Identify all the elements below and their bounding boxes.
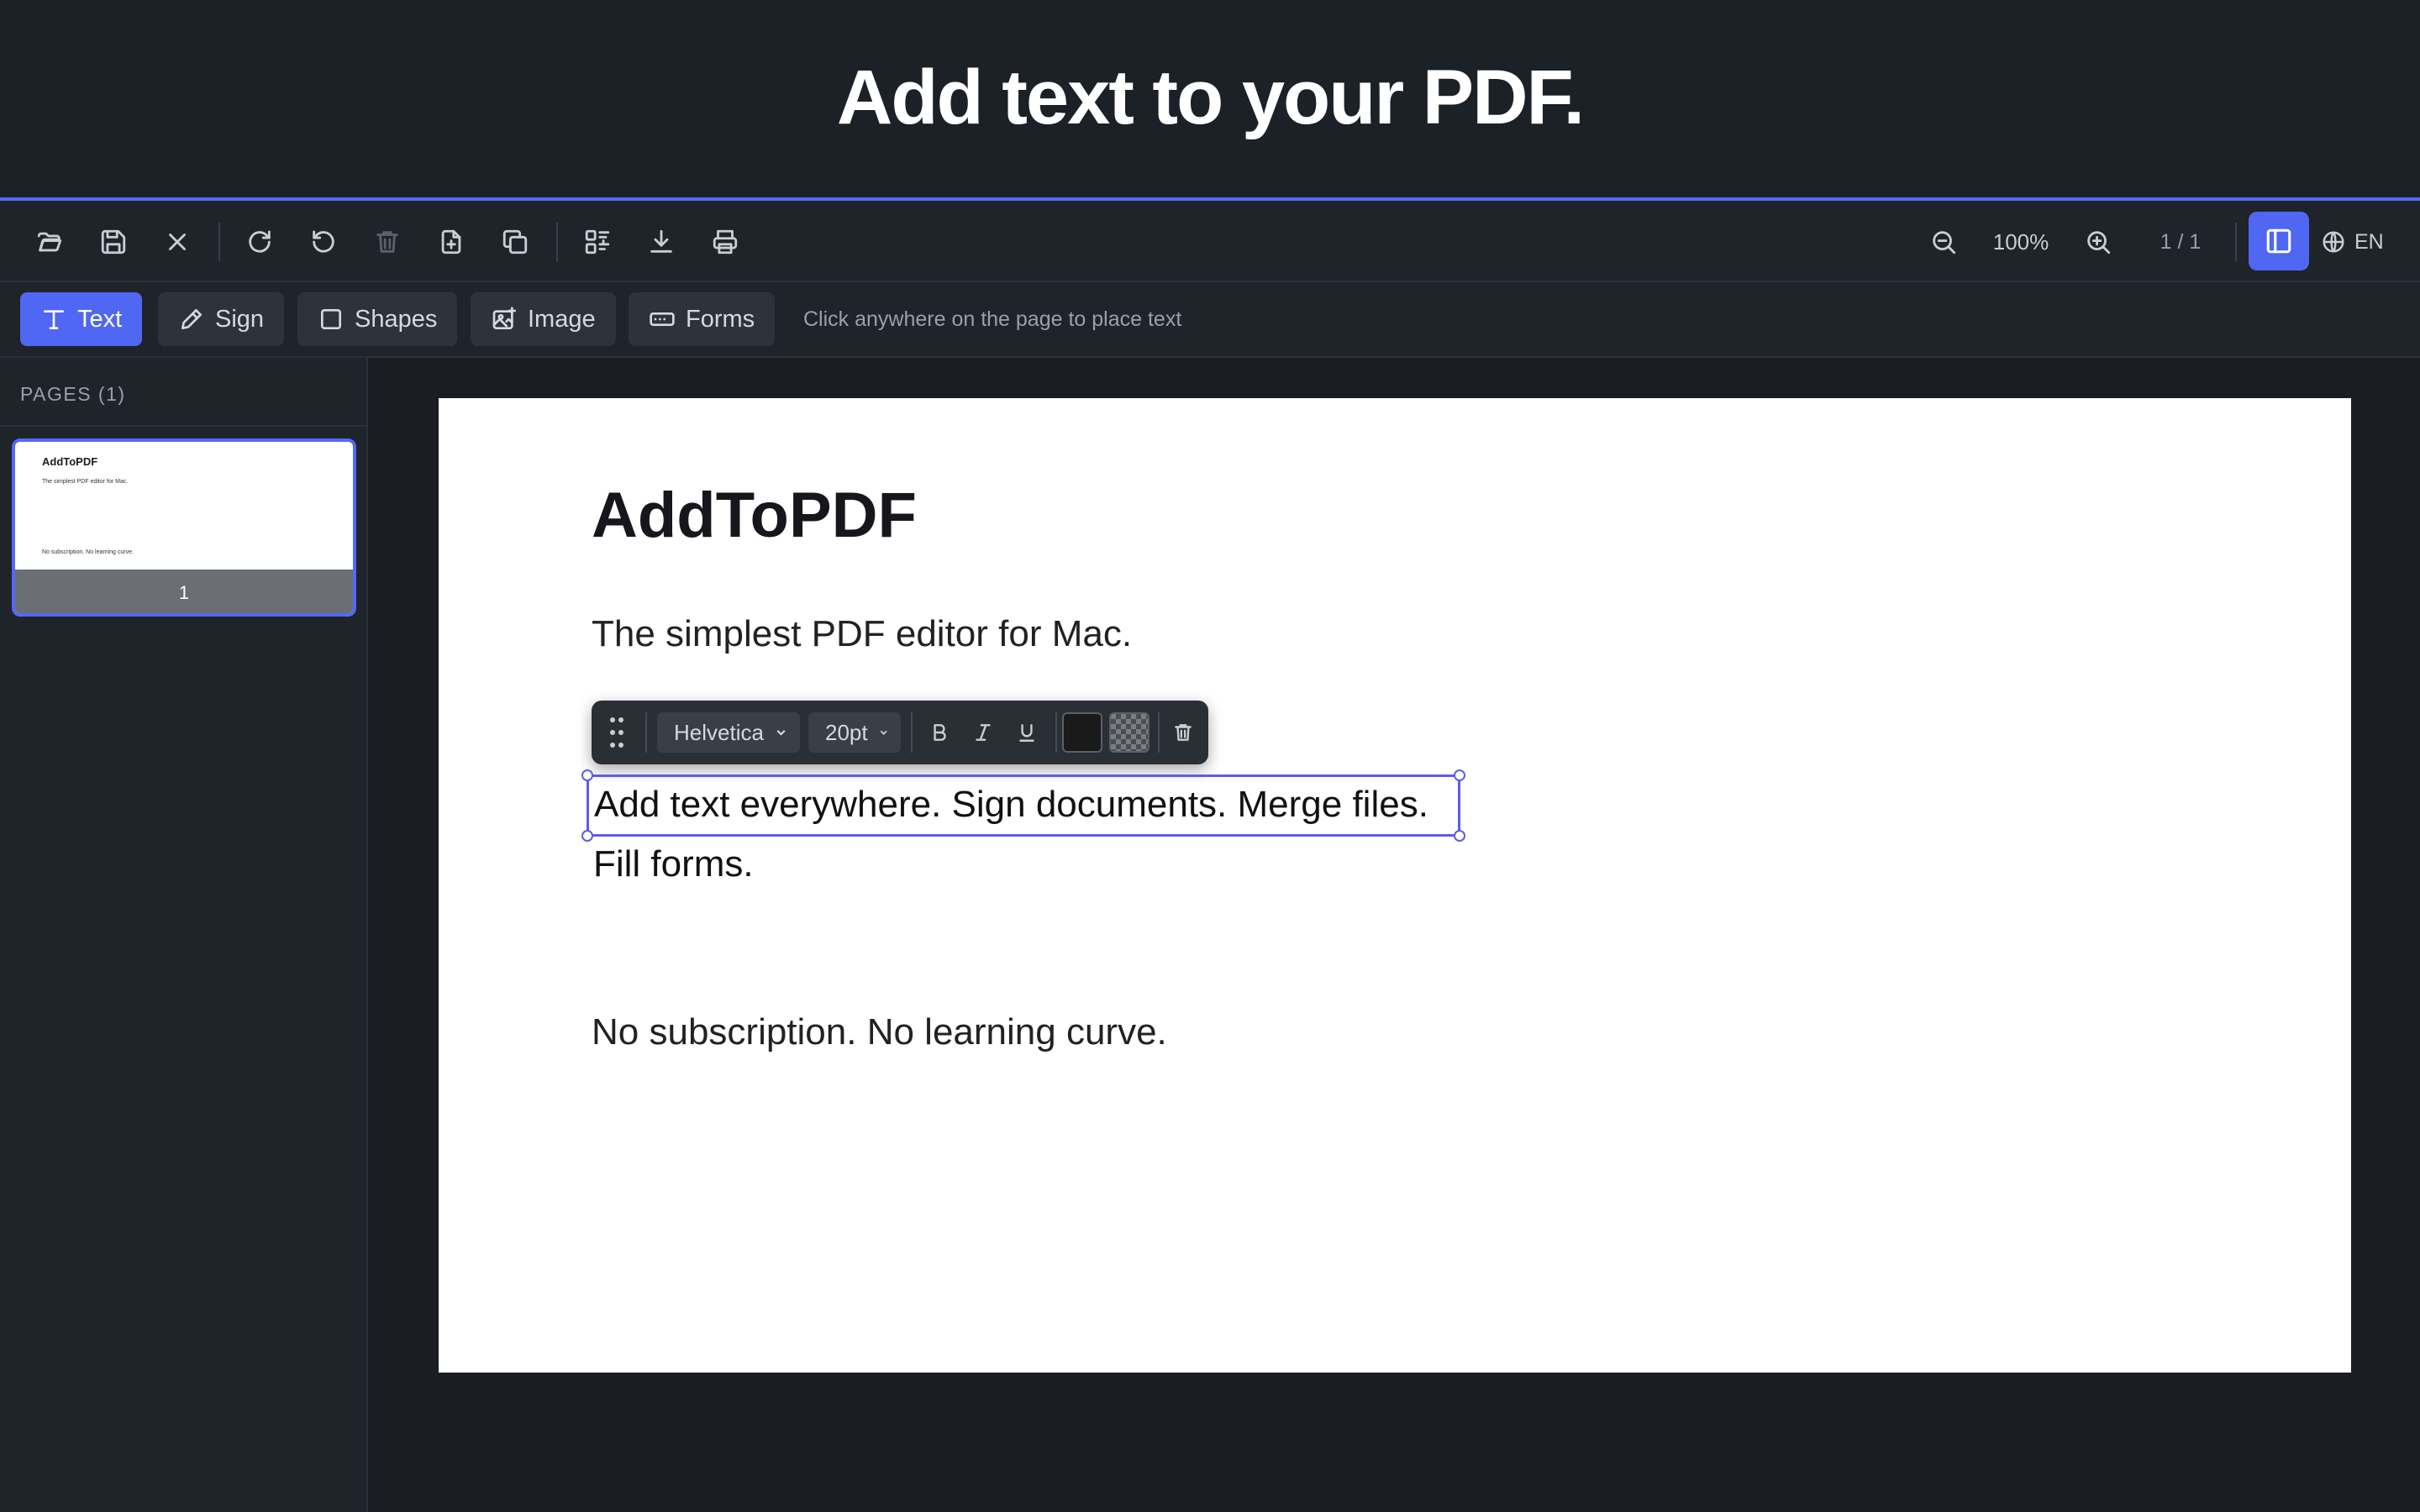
thumbnail-subtitle: The simplest PDF editor for Mac. (42, 479, 129, 485)
mode-hint: Click anywhere on the page to place text (803, 307, 1182, 331)
print-button[interactable] (702, 219, 748, 265)
document-canvas[interactable]: AddToPDF The simplest PDF editor for Mac… (370, 358, 2420, 1512)
sidebar-toggle-button[interactable] (2249, 212, 2309, 270)
download-button[interactable] (639, 219, 684, 265)
copy-icon (502, 229, 528, 255)
selected-text-line1[interactable]: Add text everywhere. Sign documents. Mer… (594, 784, 1428, 826)
image-icon (492, 307, 516, 329)
delete-page-button[interactable] (365, 219, 410, 265)
pen-icon (182, 309, 202, 329)
language-selector[interactable]: EN (2321, 219, 2384, 265)
main-toolbar: 100% 1 / 1 EN (0, 201, 2420, 282)
zoom-in-button[interactable] (2075, 219, 2121, 265)
text-format-toolbar: Helvetica 20pt (592, 701, 1208, 764)
zoom-out-button[interactable] (1921, 219, 1966, 265)
hero-banner: Add text to your PDF. (0, 0, 2420, 197)
save-icon (101, 229, 126, 255)
bold-button[interactable] (921, 712, 958, 753)
background-color-swatch[interactable] (1109, 712, 1150, 753)
thumbnail-preview: AddToPDF The simplest PDF editor for Mac… (15, 442, 353, 570)
square-icon (321, 309, 341, 329)
toolbar-separator (2235, 223, 2237, 261)
globe-icon (2323, 231, 2344, 253)
mode-label: Sign (215, 305, 265, 333)
font-size-value: 20pt (825, 719, 868, 745)
document-footer[interactable]: No subscription. No learning curve. (592, 1011, 1167, 1053)
mode-text-button[interactable]: Text (20, 292, 143, 346)
resize-handle-top-left[interactable] (581, 769, 593, 781)
text-icon (44, 310, 64, 329)
font-size-select[interactable]: 20pt (808, 712, 901, 753)
format-separator (1055, 712, 1057, 753)
close-icon (169, 234, 186, 250)
font-family-select[interactable]: Helvetica (657, 712, 800, 753)
selected-text-line2[interactable]: Fill forms. (593, 843, 754, 885)
zoom-out-icon (1933, 231, 1956, 255)
page-indicator: 1 / 1 (2160, 230, 2202, 254)
trash-icon (376, 231, 398, 253)
text-color-swatch[interactable] (1062, 712, 1102, 753)
mode-image-button[interactable]: Image (471, 292, 616, 346)
toolbar-separator (218, 223, 220, 261)
pdf-page[interactable]: AddToPDF The simplest PDF editor for Mac… (439, 398, 2351, 1373)
mode-shapes-button[interactable]: Shapes (297, 292, 458, 346)
thumbnail-page-number: 1 (15, 570, 353, 613)
pages-title: PAGES (1) (20, 383, 126, 405)
zoom-in-icon (2087, 231, 2111, 255)
resize-handle-bottom-right[interactable] (1454, 830, 1465, 842)
zoom-level: 100% (1992, 229, 2049, 255)
mode-toolbar: Text Sign Shapes Image Forms Click anywh… (0, 282, 2420, 358)
close-document-button[interactable] (155, 219, 200, 265)
bold-icon (934, 724, 946, 741)
thumbnail-title: AddToPDF (42, 455, 98, 468)
thumbnail-footer: No subscription. No learning curve. (42, 549, 134, 555)
toolbar-separator (556, 223, 558, 261)
language-label: EN (2354, 229, 2384, 254)
italic-icon (976, 724, 991, 741)
chevron-down-icon (880, 730, 887, 735)
underline-button[interactable] (1008, 712, 1045, 753)
merge-icon (585, 229, 610, 255)
printer-icon (713, 229, 738, 255)
format-separator (911, 712, 913, 753)
rotate-clockwise-button[interactable] (237, 219, 282, 265)
format-separator (645, 712, 647, 753)
mode-label: Text (77, 305, 123, 333)
document-subtitle[interactable]: The simplest PDF editor for Mac. (592, 613, 1132, 655)
rotate-counterclockwise-button[interactable] (301, 219, 346, 265)
font-family-value: Helvetica (674, 719, 764, 745)
rotate-cw-icon (249, 230, 271, 253)
form-field-icon (650, 312, 675, 326)
sidebar-divider (0, 425, 366, 427)
file-plus-icon (441, 229, 461, 255)
resize-handle-bottom-left[interactable] (581, 830, 593, 842)
save-button[interactable] (91, 219, 136, 265)
page-thumbnail[interactable]: AddToPDF The simplest PDF editor for Mac… (12, 438, 356, 617)
italic-button[interactable] (965, 712, 1002, 753)
merge-files-button[interactable] (575, 219, 620, 265)
hero-title: Add text to your PDF. (836, 54, 1585, 140)
open-file-button[interactable] (27, 219, 72, 265)
add-page-button[interactable] (429, 219, 474, 265)
trash-icon (1175, 724, 1192, 741)
chevron-down-icon (776, 730, 786, 736)
selected-text-box[interactable]: Add text everywhere. Sign documents. Mer… (581, 769, 1465, 842)
mode-label: Forms (686, 305, 755, 333)
format-separator (1158, 712, 1160, 753)
underline-icon (1019, 724, 1034, 742)
pages-sidebar: PAGES (1) AddToPDF The simplest PDF edit… (0, 358, 368, 1512)
duplicate-page-button[interactable] (492, 219, 538, 265)
sidebar-icon (2266, 228, 2291, 254)
folder-open-icon (37, 232, 62, 252)
resize-handle-top-right[interactable] (1454, 769, 1465, 781)
mode-label: Shapes (355, 305, 438, 333)
document-title[interactable]: AddToPDF (592, 479, 917, 552)
drag-handle-icon[interactable] (608, 717, 625, 748)
mode-label: Image (528, 305, 596, 333)
delete-text-button[interactable] (1165, 712, 1202, 753)
rotate-ccw-icon (313, 230, 334, 253)
download-icon (650, 229, 672, 253)
mode-sign-button[interactable]: Sign (158, 292, 285, 346)
mode-forms-button[interactable]: Forms (629, 292, 776, 346)
